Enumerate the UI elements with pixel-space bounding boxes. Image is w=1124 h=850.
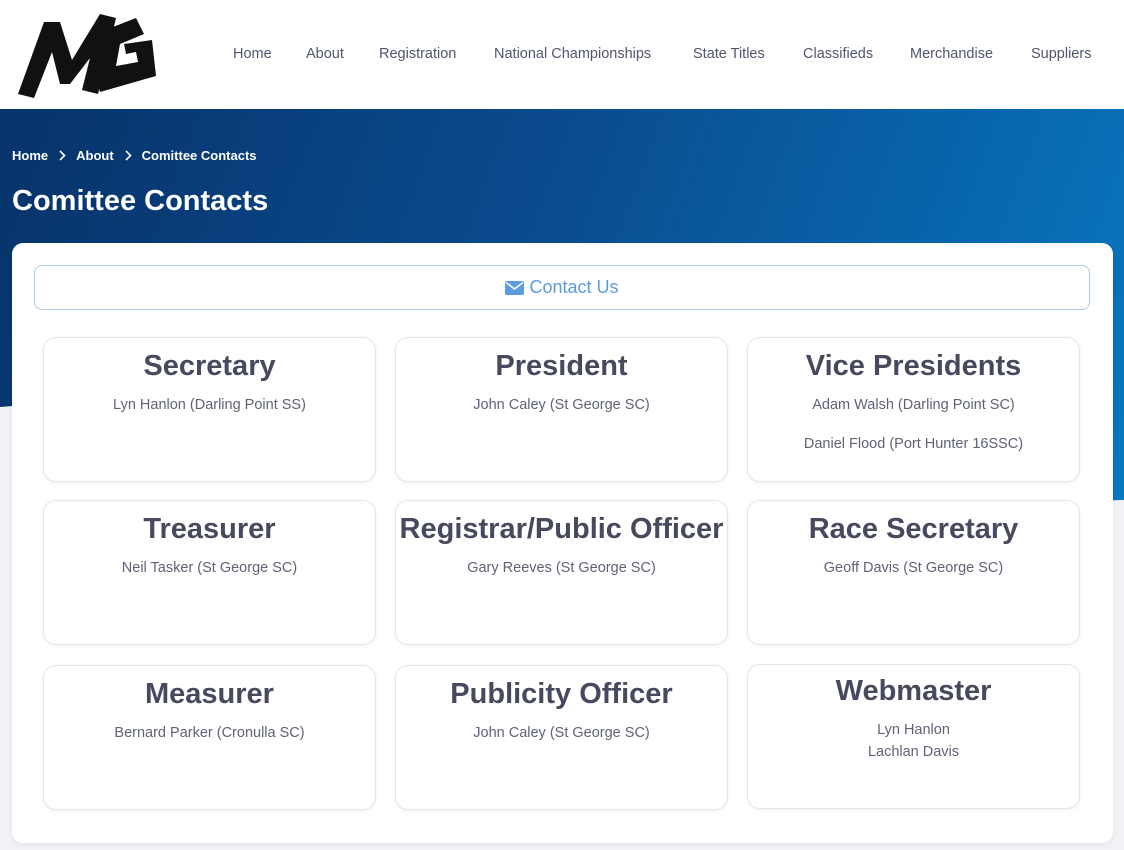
card-webmaster: Webmaster Lyn Hanlon Lachlan Davis bbox=[747, 664, 1080, 809]
content-panel: Contact Us Secretary Lyn Hanlon (Darling… bbox=[12, 243, 1113, 843]
card-secretary: Secretary Lyn Hanlon (Darling Point SS) bbox=[43, 337, 376, 482]
card-contact-line: John Caley (St George SC) bbox=[473, 397, 650, 413]
card-contact-line: Lyn Hanlon (Darling Point SS) bbox=[113, 397, 306, 413]
card-contact-line: Lyn Hanlon bbox=[877, 722, 950, 738]
envelope-icon bbox=[505, 280, 525, 295]
card-contact-line: Gary Reeves (St George SC) bbox=[467, 560, 656, 576]
page-title: Comittee Contacts bbox=[12, 185, 269, 217]
card-title: Publicity Officer bbox=[450, 678, 673, 710]
card-title: Race Secretary bbox=[808, 513, 1019, 545]
card-contact-line: Adam Walsh (Darling Point SC) bbox=[812, 397, 1015, 413]
nav-registration[interactable]: Registration bbox=[379, 44, 456, 64]
card-contact-line: Bernard Parker (Cronulla SC) bbox=[114, 725, 305, 741]
nav-merchandise[interactable]: Merchandise bbox=[910, 44, 993, 64]
nav-classifieds[interactable]: Classifieds bbox=[803, 44, 873, 64]
card-president: President John Caley (St George SC) bbox=[395, 337, 728, 482]
breadcrumb-current: Comittee Contacts bbox=[141, 147, 257, 163]
card-title: Treasurer bbox=[143, 513, 276, 545]
breadcrumb: Home About Comittee Contacts bbox=[12, 146, 257, 164]
card-contact-line: Neil Tasker (St George SC) bbox=[121, 560, 298, 576]
card-contact-line: Daniel Flood (Port Hunter 16SSC) bbox=[803, 436, 1024, 452]
card-contact-line: Geoff Davis (St George SC) bbox=[823, 560, 1004, 576]
card-contact-line: John Caley (St George SC) bbox=[473, 725, 650, 741]
main-nav: Home About Registration National Champio… bbox=[0, 44, 1124, 64]
chevron-right-icon bbox=[48, 148, 76, 163]
breadcrumb-home[interactable]: Home bbox=[12, 148, 48, 163]
nav-home[interactable]: Home bbox=[233, 44, 272, 64]
card-title: Webmaster bbox=[835, 675, 992, 707]
card-title: Secretary bbox=[143, 350, 276, 382]
nav-about[interactable]: About bbox=[306, 44, 344, 64]
card-race-secretary: Race Secretary Geoff Davis (St George SC… bbox=[747, 500, 1080, 645]
card-title: Measurer bbox=[145, 678, 274, 710]
card-title: Vice Presidents bbox=[805, 350, 1022, 382]
nav-national-championships[interactable]: National Championships bbox=[494, 44, 651, 64]
card-registrar: Registrar/Public Officer Gary Reeves (St… bbox=[395, 500, 728, 645]
contact-us-button[interactable]: Contact Us bbox=[34, 265, 1090, 310]
contact-us-label: Contact Us bbox=[529, 277, 619, 297]
top-navbar: Home About Registration National Champio… bbox=[0, 0, 1124, 109]
card-publicity-officer: Publicity Officer John Caley (St George … bbox=[395, 665, 728, 810]
card-vice-presidents: Vice Presidents Adam Walsh (Darling Poin… bbox=[747, 337, 1080, 482]
card-contact-line: Lachlan Davis bbox=[867, 744, 960, 760]
card-title: Registrar/Public Officer bbox=[399, 513, 724, 545]
nav-suppliers[interactable]: Suppliers bbox=[1031, 44, 1091, 64]
breadcrumb-about[interactable]: About bbox=[76, 148, 114, 163]
chevron-right-icon bbox=[114, 148, 142, 163]
card-title: President bbox=[495, 350, 628, 382]
nav-state-titles[interactable]: State Titles bbox=[693, 44, 765, 64]
card-measurer: Measurer Bernard Parker (Cronulla SC) bbox=[43, 665, 376, 810]
card-treasurer: Treasurer Neil Tasker (St George SC) bbox=[43, 500, 376, 645]
